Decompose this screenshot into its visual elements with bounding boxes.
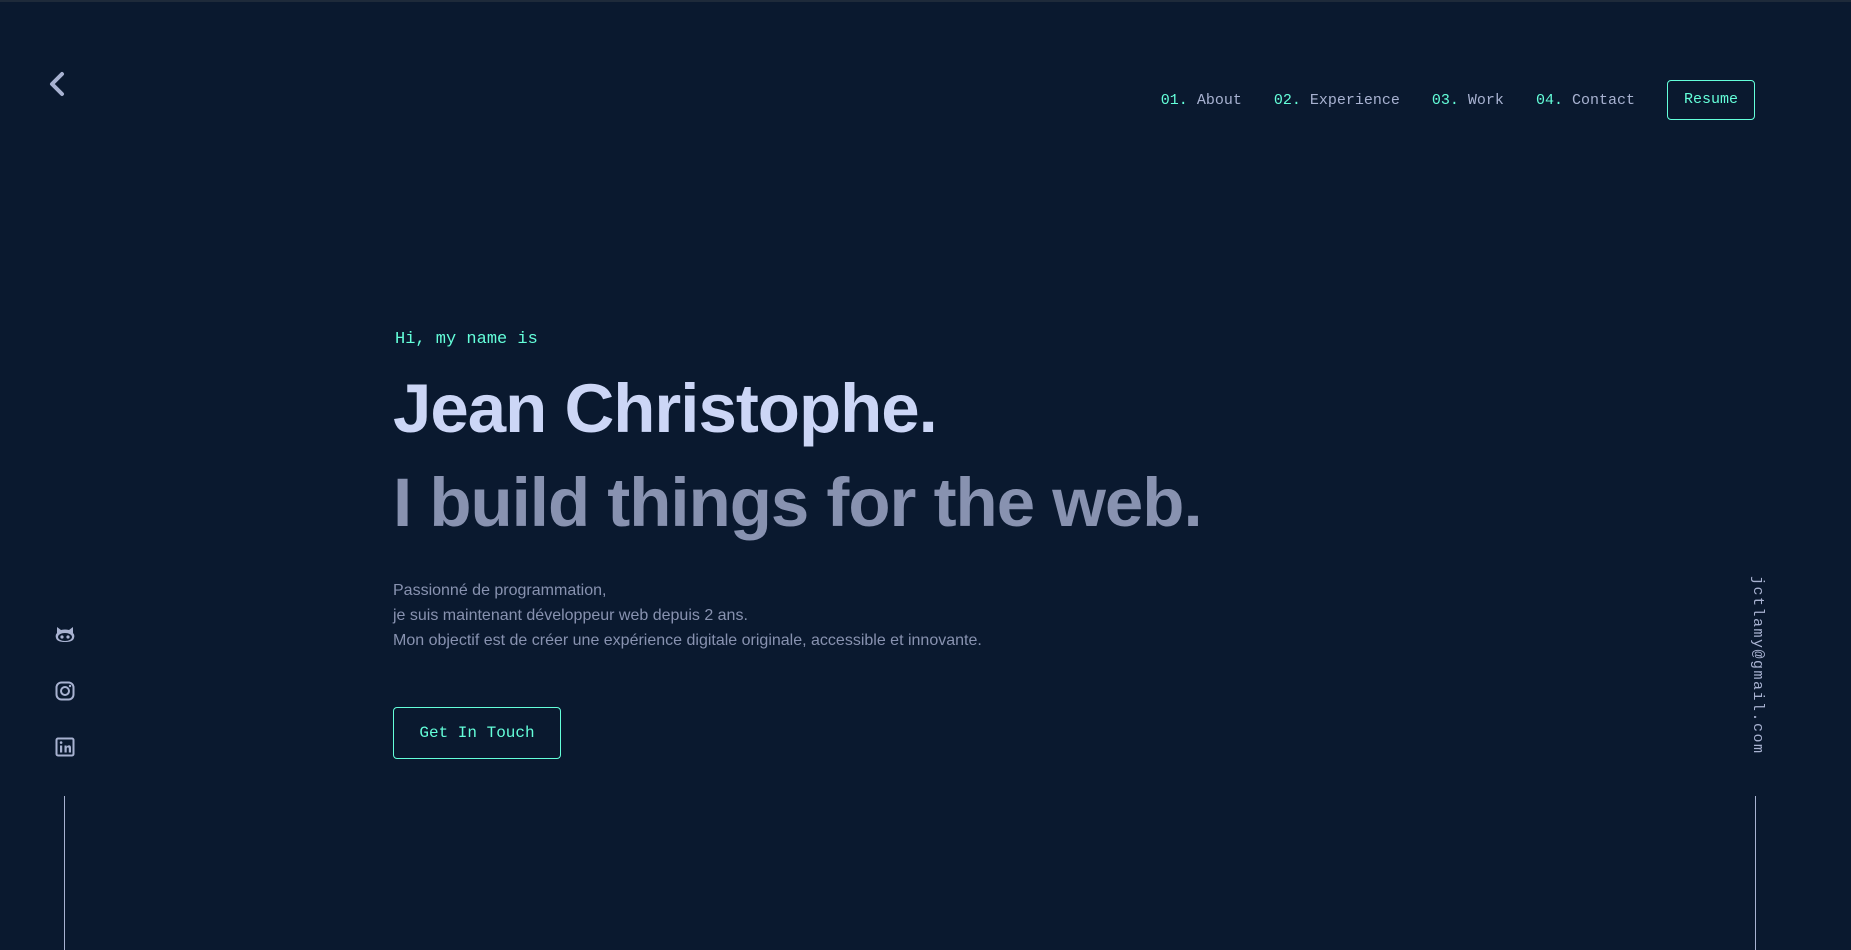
hero-intro: Hi, my name is xyxy=(395,330,538,349)
nav-number: 01. xyxy=(1160,91,1188,109)
nav-item-about[interactable]: 01. About xyxy=(1161,92,1242,109)
nav-label: Contact xyxy=(1571,91,1635,109)
chevron-left-icon[interactable] xyxy=(44,68,72,100)
nav-label: Work xyxy=(1467,91,1504,109)
email-link[interactable]: jctlamy@gmail.com xyxy=(1744,576,1766,766)
email-divider-line xyxy=(1755,796,1756,950)
instagram-icon[interactable] xyxy=(52,678,78,704)
nav-item-work[interactable]: 03. Work xyxy=(1432,92,1504,109)
social-links xyxy=(52,622,78,790)
resume-button[interactable]: Resume xyxy=(1666,80,1755,120)
nav-number: 04. xyxy=(1535,91,1563,109)
hero-bio: Passionné de programmation, je suis main… xyxy=(393,578,1493,653)
hero-tagline: I build things for the web. xyxy=(393,464,1203,541)
nav-item-experience[interactable]: 02. Experience xyxy=(1274,92,1400,109)
hero-name: Jean Christophe. xyxy=(393,370,938,447)
bio-line: je suis maintenant développeur web depui… xyxy=(393,607,748,624)
nav-number: 03. xyxy=(1431,91,1459,109)
linkedin-icon[interactable] xyxy=(52,734,78,760)
bio-line: Mon objectif est de créer une expérience… xyxy=(393,632,982,649)
github-icon[interactable] xyxy=(52,622,78,648)
social-divider-line xyxy=(64,796,65,950)
page: 01. About 02. Experience 03. Work 04. Co… xyxy=(0,0,1851,950)
main-nav: 01. About 02. Experience 03. Work 04. Co… xyxy=(1161,80,1851,120)
nav-item-contact[interactable]: 04. Contact xyxy=(1536,92,1635,109)
nav-label: About xyxy=(1196,91,1242,109)
get-in-touch-button[interactable]: Get In Touch xyxy=(393,707,561,759)
bio-line: Passionné de programmation, xyxy=(393,582,607,599)
nav-label: Experience xyxy=(1309,91,1400,109)
hero-section: Hi, my name is Jean Christophe. I build … xyxy=(393,330,1493,653)
nav-number: 02. xyxy=(1273,91,1301,109)
